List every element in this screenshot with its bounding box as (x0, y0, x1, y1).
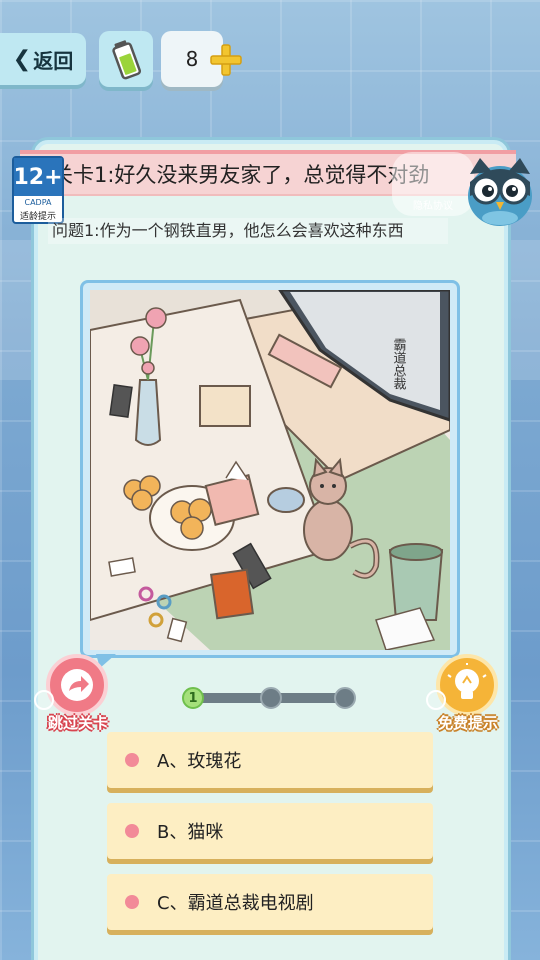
option-label: C、霸道总裁电视剧 (157, 893, 314, 914)
age-rating-badge: 12+ CADPA 适龄提示 (12, 156, 64, 224)
privacy-agreement-link[interactable]: 隐私协议 (392, 152, 474, 216)
answer-option-c[interactable]: C、霸道总裁电视剧 (107, 874, 433, 930)
free-hint-label: 免费提示 (437, 714, 498, 732)
option-label: B、猫咪 (157, 822, 224, 843)
progress-node-current: 1 (182, 687, 204, 709)
question-text: 问题1:作为一个钢铁直男，他怎么会喜欢这种东西 (48, 218, 448, 244)
lightbulb-icon (447, 663, 487, 699)
option-bullet (125, 753, 139, 767)
tv-show-text: 霸道总裁 (391, 338, 407, 391)
question-label: 问题1:作为一个钢铁直男，他怎么会喜欢这种东西 (52, 221, 404, 240)
level-title: 关卡1:好久没来男友家了，总觉得不对劲 (52, 163, 430, 187)
scene-image[interactable]: 霸道总裁 (80, 280, 460, 658)
age-rating: 12+ (13, 158, 63, 196)
energy-button[interactable] (99, 31, 153, 87)
answer-option-b[interactable]: B、猫咪 (107, 803, 433, 859)
option-label: A、玫瑰花 (157, 751, 242, 772)
chevron-left-icon: ❮ (12, 46, 32, 72)
back-label: 返回 (33, 48, 74, 73)
option-bullet (125, 824, 139, 838)
video-ad-icon (34, 690, 54, 710)
hint-circle (436, 654, 498, 716)
privacy-label: 隐私协议 (413, 201, 453, 212)
skip-circle (46, 654, 108, 716)
video-ad-icon (426, 690, 446, 710)
battery-icon (112, 40, 142, 80)
free-hint-button[interactable]: 免费提示 (426, 654, 508, 744)
room-scene-illustration: 霸道总裁 (90, 290, 450, 650)
energy-count-value: 8 (185, 47, 199, 71)
progress-node (260, 687, 282, 709)
age-rating-org: CADPA (24, 198, 52, 207)
option-bullet (125, 895, 139, 909)
skip-level-label: 跳过关卡 (47, 714, 108, 732)
plus-icon[interactable] (208, 42, 244, 78)
back-button[interactable]: ❮ 返回 (0, 33, 86, 85)
progress-node (334, 687, 356, 709)
owl-mascot-icon[interactable] (464, 152, 536, 228)
answer-option-a[interactable]: A、玫瑰花 (107, 732, 433, 788)
share-arrow-icon (61, 669, 93, 701)
question-progress: 1 (180, 684, 356, 712)
skip-level-button[interactable]: 跳过关卡 (34, 654, 118, 744)
